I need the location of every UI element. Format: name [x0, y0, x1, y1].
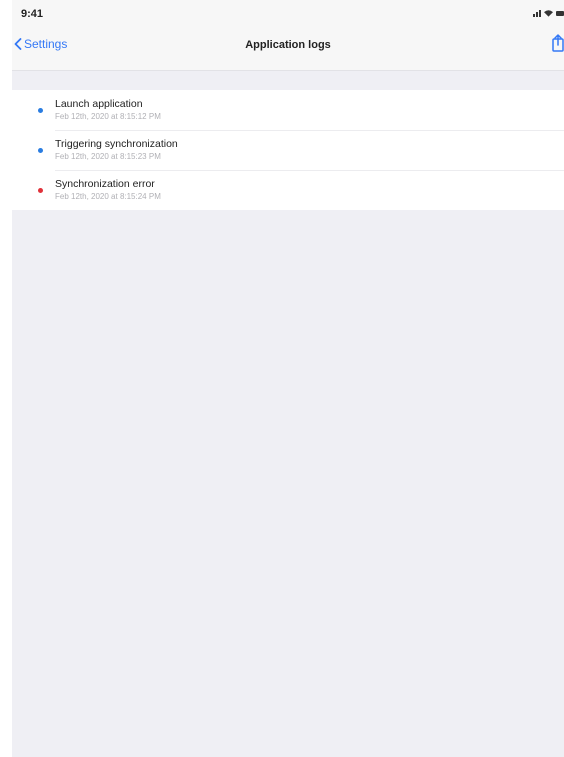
log-timestamp: Feb 12th, 2020 at 8:15:12 PM — [55, 112, 161, 121]
log-title: Triggering synchronization — [55, 138, 178, 150]
log-title: Launch application — [55, 98, 143, 110]
log-timestamp: Feb 12th, 2020 at 8:15:23 PM — [55, 152, 161, 161]
signal-icon — [533, 9, 541, 17]
info-dot-icon — [38, 107, 43, 113]
log-timestamp: Feb 12th, 2020 at 8:15:24 PM — [55, 192, 161, 201]
log-text: Synchronization error Feb 12th, 2020 at 8… — [55, 178, 161, 202]
log-list: Launch application Feb 12th, 2020 at 8:15… — [12, 90, 564, 210]
app-screen: 9:41 Settings Application logs Launch ap… — [12, 0, 564, 757]
info-dot-icon — [38, 147, 43, 153]
battery-icon — [556, 10, 564, 16]
log-item[interactable]: Triggering synchronization Feb 12th, 2020… — [12, 130, 564, 170]
log-text: Triggering synchronization Feb 12th, 2020… — [55, 138, 178, 162]
status-time: 9:41 — [21, 8, 44, 20]
wifi-icon — [544, 10, 553, 17]
log-item[interactable]: Launch application Feb 12th, 2020 at 8:15… — [12, 90, 564, 130]
page-title: Application logs — [245, 39, 331, 51]
error-dot-icon — [38, 187, 43, 193]
nav-bar: Settings Application logs — [12, 28, 564, 70]
share-icon[interactable] — [552, 34, 564, 52]
log-item[interactable]: Synchronization error Feb 12th, 2020 at 8… — [12, 170, 564, 210]
top-area: 9:41 Settings Application logs — [12, 0, 564, 71]
log-text: Launch application Feb 12th, 2020 at 8:15… — [55, 98, 161, 122]
status-icons — [533, 9, 564, 17]
status-bar: 9:41 — [12, 0, 564, 28]
log-title: Synchronization error — [55, 178, 155, 190]
